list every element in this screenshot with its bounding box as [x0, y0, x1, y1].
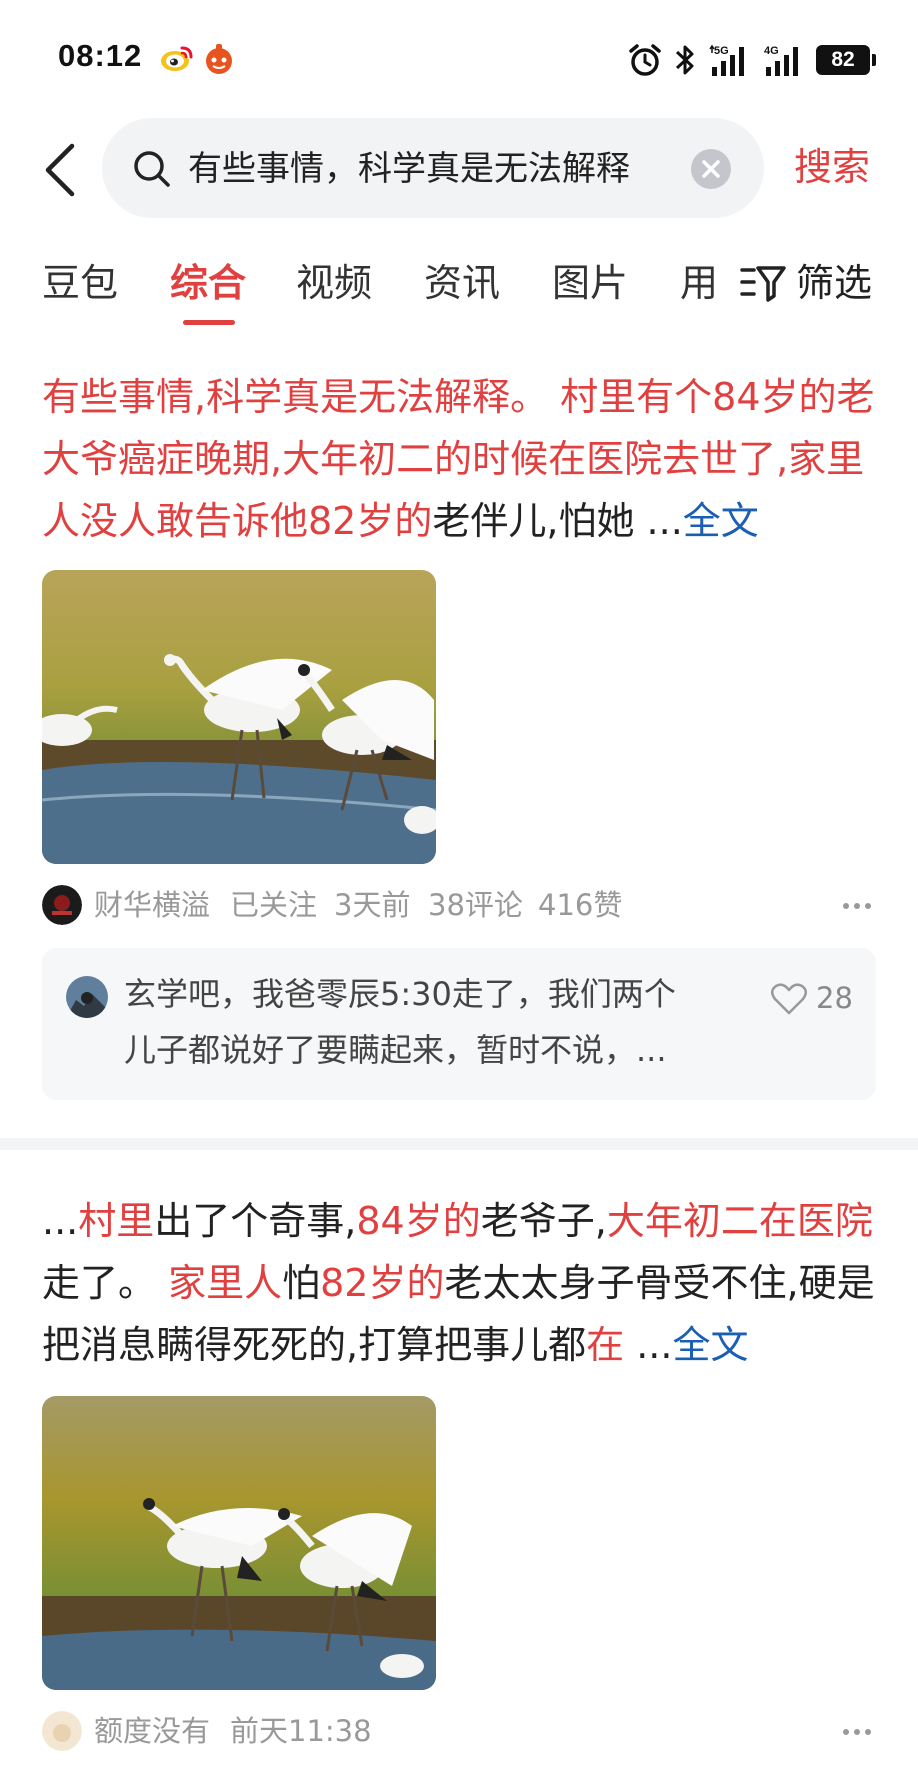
battery-icon: 82	[816, 45, 876, 75]
snippet-highlight: 家里人	[168, 1261, 283, 1305]
search-box[interactable]: 有些事情，科学真是无法解释	[102, 118, 764, 218]
full-text-link[interactable]: 全文	[683, 499, 759, 543]
snippet-text: 走了。	[42, 1261, 169, 1305]
signal-icon: 4G	[764, 45, 798, 76]
result-snippet[interactable]: 有些事情,科学真是无法解释。 村里有个84岁的老大爷癌症晚期,大年初二的时候在医…	[42, 366, 878, 552]
more-options-icon[interactable]	[842, 902, 872, 910]
tab-images[interactable]: 图片	[552, 258, 628, 308]
search-input[interactable]: 有些事情，科学真是无法解释	[188, 144, 668, 194]
search-button[interactable]: 搜索	[794, 140, 870, 194]
result-divider	[0, 1138, 918, 1150]
svg-text:5G: 5G	[714, 45, 729, 57]
author-avatar[interactable]	[42, 885, 82, 925]
tab-video[interactable]: 视频	[296, 258, 372, 308]
snippet-highlight: 在	[586, 1323, 625, 1367]
top-comment[interactable]: 玄学吧，我爸零辰5:30走了，我们两个儿子都说好了要瞒起来，暂时不说，... 2…	[42, 948, 876, 1100]
svg-text:4G: 4G	[764, 45, 779, 57]
signal-icon: 5G	[709, 44, 744, 76]
result-meta: 财华横溢 已关注 3天前 38评论 416赞	[42, 882, 878, 928]
post-time: 前天11:38	[230, 1714, 372, 1748]
full-text-link[interactable]: 全文	[672, 1323, 748, 1367]
snippet-text: ...	[42, 1199, 79, 1243]
snippet-highlight: 大年初二在医院	[606, 1199, 873, 1243]
comment-text: 玄学吧，我爸零辰5:30走了，我们两个儿子都说好了要瞒起来，暂时不说，...	[124, 975, 676, 1069]
tab-doubao[interactable]: 豆包	[42, 258, 118, 308]
snippet-highlight: 82岁的	[320, 1261, 445, 1305]
snippet-highlight: 84岁的	[356, 1199, 481, 1243]
result-thumbnail[interactable]	[42, 1396, 436, 1690]
status-bar: 08:12 5G 4G 82	[0, 0, 918, 116]
weibo-icon	[161, 46, 193, 71]
more-options-icon[interactable]	[842, 1728, 872, 1736]
category-tabs: 豆包 综合 视频 资讯 图片 用 筛选	[0, 248, 918, 328]
cranes-photo	[42, 570, 436, 864]
search-icon	[134, 151, 170, 187]
result-thumbnail[interactable]	[42, 570, 436, 864]
alarm-icon	[629, 44, 661, 76]
result-snippet[interactable]: ...村里出了个奇事,84岁的老爷子,大年初二在医院走了。 家里人怕82岁的老太…	[42, 1190, 878, 1376]
back-arrow-icon[interactable]	[40, 140, 80, 200]
follow-status: 已关注	[230, 888, 318, 922]
snippet-text: 老爷子,	[480, 1199, 607, 1243]
post-time: 3天前	[334, 888, 411, 922]
status-icons: 5G 4G 82	[628, 40, 876, 80]
snippet-text	[624, 1323, 636, 1367]
comment-like-count: 28	[816, 981, 853, 1015]
heart-icon[interactable]	[770, 982, 808, 1016]
tab-all[interactable]: 综合	[170, 258, 246, 308]
author-avatar[interactable]	[42, 1711, 82, 1751]
status-time: 08:12	[58, 38, 143, 73]
app-icon	[206, 44, 232, 74]
filter-button[interactable]: 筛选	[712, 248, 918, 320]
snippet-text: 怕	[282, 1261, 321, 1305]
battery-level: 82	[831, 48, 855, 71]
snippet-ellipsis: ...	[636, 1323, 673, 1367]
author-name[interactable]: 额度没有	[94, 1708, 210, 1754]
commenter-avatar	[66, 976, 108, 1018]
active-tab-indicator	[183, 320, 235, 325]
snippet-text: 出了个奇事,	[154, 1199, 357, 1243]
snippet-ellipsis: ...	[646, 499, 683, 543]
filter-label: 筛选	[796, 261, 873, 305]
comment-count: 38评论	[428, 888, 523, 922]
snippet-highlight: 村里	[78, 1199, 155, 1243]
result-meta: 额度没有 前天11:38	[42, 1708, 878, 1754]
tab-news[interactable]: 资讯	[424, 258, 500, 308]
bluetooth-icon	[675, 45, 694, 75]
like-count: 416赞	[538, 888, 623, 922]
snippet-text: 老伴儿,怕她	[432, 499, 647, 543]
clear-icon[interactable]	[690, 148, 732, 190]
cranes-photo	[42, 1396, 436, 1690]
filter-icon	[740, 266, 786, 302]
author-name[interactable]: 财华横溢	[94, 882, 210, 928]
